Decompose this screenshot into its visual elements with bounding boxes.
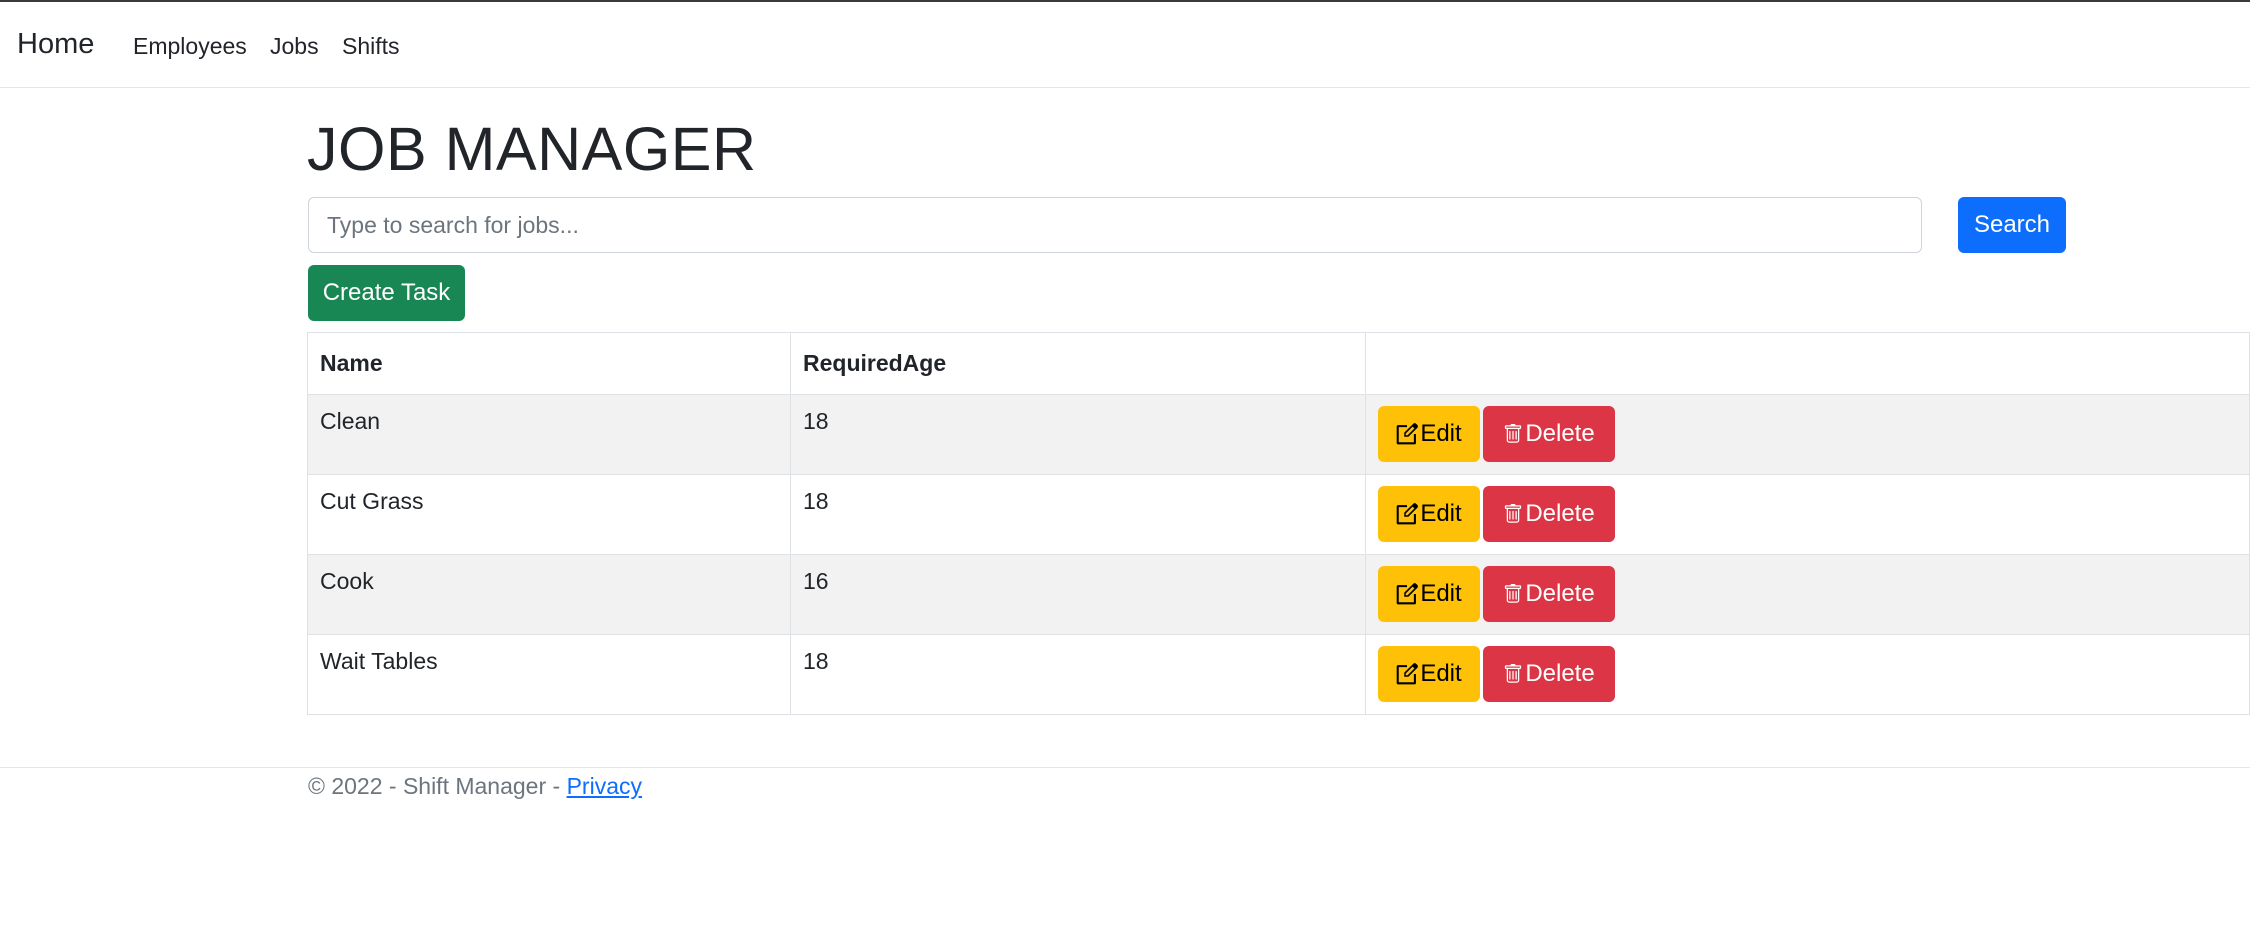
pencil-square-icon <box>1397 423 1419 445</box>
delete-button-label: Delete <box>1525 580 1595 607</box>
search-input[interactable] <box>308 197 1922 253</box>
nav-link-shifts[interactable]: Shifts <box>342 33 400 60</box>
trash-icon <box>1505 424 1522 443</box>
cell-name: Wait Tables <box>307 634 791 715</box>
top-navbar: Home Employees Jobs Shifts <box>0 2 2250 88</box>
footer-copyright: © 2022 - Shift Manager - <box>308 773 567 799</box>
table-header-row: Name RequiredAge <box>307 332 2250 395</box>
edit-button-label: Edit <box>1420 420 1462 447</box>
column-header-name: Name <box>307 332 791 395</box>
footer-divider <box>0 767 2250 768</box>
cell-actions: Edit Delete <box>1365 554 2250 635</box>
delete-button-label: Delete <box>1525 500 1595 527</box>
pencil-square-icon <box>1397 583 1419 605</box>
cell-required-age: 18 <box>790 394 1366 475</box>
pencil-square-icon <box>1397 503 1419 525</box>
delete-button[interactable]: Delete <box>1483 566 1615 622</box>
cell-required-age: 18 <box>790 474 1366 555</box>
cell-name: Cook <box>307 554 791 635</box>
edit-button[interactable]: Edit <box>1378 566 1480 622</box>
page-title: JOB MANAGER <box>307 115 757 183</box>
nav-link-employees[interactable]: Employees <box>133 33 247 60</box>
nav-link-jobs[interactable]: Jobs <box>270 33 319 60</box>
pencil-square-icon <box>1397 663 1419 685</box>
delete-button[interactable]: Delete <box>1483 406 1615 462</box>
jobs-table: Name RequiredAge Clean 18 Edit Delete Cut Gr… <box>307 332 2250 715</box>
edit-button[interactable]: Edit <box>1378 646 1480 702</box>
cell-actions: Edit Delete <box>1365 634 2250 715</box>
privacy-link[interactable]: Privacy <box>567 773 642 799</box>
footer: © 2022 - Shift Manager - Privacy <box>308 773 642 800</box>
edit-button-label: Edit <box>1420 580 1462 607</box>
table-row: Clean 18 Edit Delete <box>307 394 2250 475</box>
edit-button[interactable]: Edit <box>1378 406 1480 462</box>
column-header-required-age: RequiredAge <box>790 332 1366 395</box>
search-button[interactable]: Search <box>1958 197 2066 253</box>
cell-name: Cut Grass <box>307 474 791 555</box>
trash-icon <box>1505 584 1522 603</box>
edit-button-label: Edit <box>1420 500 1462 527</box>
delete-button[interactable]: Delete <box>1483 646 1615 702</box>
delete-button[interactable]: Delete <box>1483 486 1615 542</box>
trash-icon <box>1505 664 1522 683</box>
cell-required-age: 16 <box>790 554 1366 635</box>
trash-icon <box>1505 504 1522 523</box>
table-row: Wait Tables 18 Edit Delete <box>307 634 2250 715</box>
delete-button-label: Delete <box>1525 420 1595 447</box>
cell-actions: Edit Delete <box>1365 474 2250 555</box>
column-header-actions <box>1365 332 2250 395</box>
cell-name: Clean <box>307 394 791 475</box>
create-task-button[interactable]: Create Task <box>308 265 465 321</box>
delete-button-label: Delete <box>1525 660 1595 687</box>
cell-required-age: 18 <box>790 634 1366 715</box>
edit-button[interactable]: Edit <box>1378 486 1480 542</box>
table-row: Cook 16 Edit Delete <box>307 554 2250 635</box>
edit-button-label: Edit <box>1420 660 1462 687</box>
cell-actions: Edit Delete <box>1365 394 2250 475</box>
table-row: Cut Grass 18 Edit Delete <box>307 474 2250 555</box>
brand-home-link[interactable]: Home <box>17 28 94 61</box>
